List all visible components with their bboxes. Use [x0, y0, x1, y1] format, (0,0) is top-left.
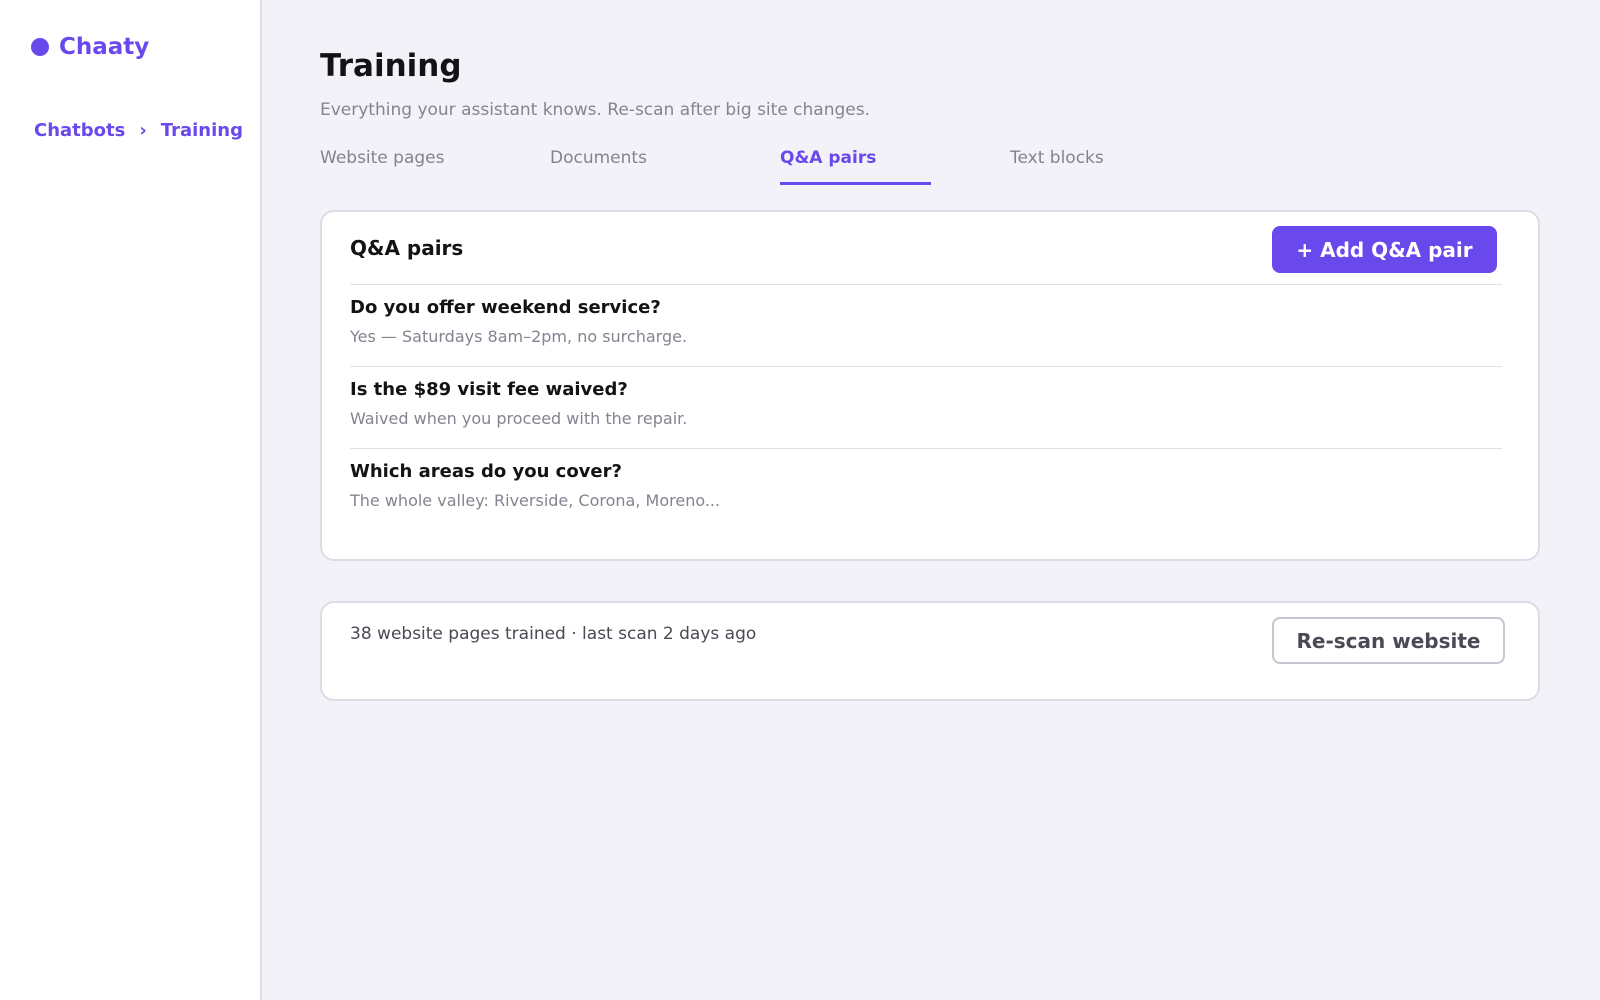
tab-documents[interactable]: Documents	[550, 148, 670, 185]
app-window: Chaaty Chatbots › Training Training Ever…	[0, 0, 1600, 1000]
breadcrumb-training[interactable]: Training	[161, 120, 243, 141]
sidebar: Chaaty Chatbots › Training	[0, 0, 262, 1000]
scan-status-text: 38 website pages trained · last scan 2 d…	[350, 624, 757, 644]
brand-name: Chaaty	[59, 34, 150, 60]
qa-question: Is the $89 visit fee waived?	[350, 379, 628, 400]
qa-question: Which areas do you cover?	[350, 461, 622, 482]
page-subtitle: Everything your assistant knows. Re-scan…	[320, 100, 871, 120]
breadcrumb-chatbots[interactable]: Chatbots	[34, 120, 125, 141]
training-tabs: Website pages Documents Q&A pairs Text b…	[320, 148, 1220, 188]
qa-item[interactable]: Is the $89 visit fee waived? Waived when…	[350, 366, 1502, 448]
page-title: Training	[320, 48, 462, 84]
scan-status-card: 38 website pages trained · last scan 2 d…	[320, 601, 1540, 701]
qa-item[interactable]: Which areas do you cover? The whole vall…	[350, 448, 1502, 530]
qa-list: Do you offer weekend service? Yes — Satu…	[350, 284, 1502, 530]
brand-logo[interactable]: Chaaty	[31, 34, 149, 60]
add-qa-pair-button[interactable]: + Add Q&A pair	[1272, 226, 1497, 273]
tab-text-blocks[interactable]: Text blocks	[1010, 148, 1120, 185]
qa-answer: Waived when you proceed with the repair.	[350, 409, 688, 428]
qa-answer: Yes — Saturdays 8am–2pm, no surcharge.	[350, 327, 688, 346]
qa-card-title: Q&A pairs	[350, 236, 464, 260]
tab-qa-pairs[interactable]: Q&A pairs	[780, 148, 931, 185]
qa-item[interactable]: Do you offer weekend service? Yes — Satu…	[350, 284, 1502, 366]
rescan-website-button[interactable]: Re-scan website	[1272, 617, 1505, 664]
tab-website-pages[interactable]: Website pages	[320, 148, 460, 185]
qa-pairs-card: Q&A pairs + Add Q&A pair Do you offer we…	[320, 210, 1540, 561]
qa-answer: The whole valley: Riverside, Corona, Mor…	[350, 491, 721, 510]
dot-icon	[31, 38, 49, 56]
breadcrumb: Chatbots › Training	[34, 120, 243, 141]
qa-question: Do you offer weekend service?	[350, 297, 661, 318]
breadcrumb-separator: ›	[139, 120, 147, 141]
